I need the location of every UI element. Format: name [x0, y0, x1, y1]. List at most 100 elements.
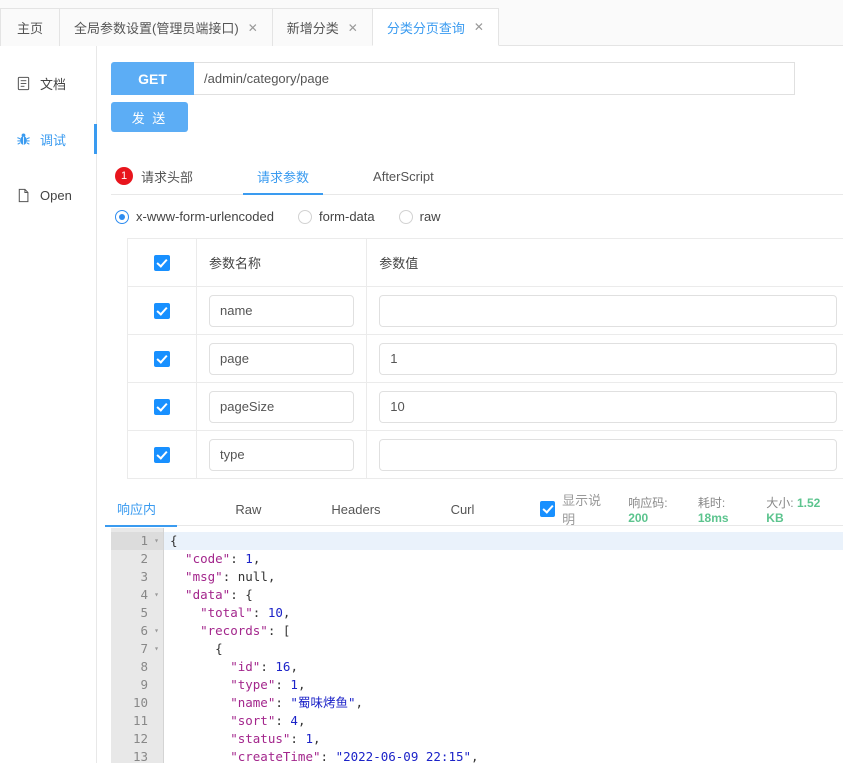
- code-token: {: [170, 641, 223, 656]
- line-number-value: 12: [132, 731, 148, 746]
- editor-code-line: "status": 1,: [164, 730, 843, 748]
- sidebar-item[interactable]: Open: [0, 174, 96, 216]
- body-type-radio[interactable]: raw: [398, 209, 441, 224]
- param-value-cell: [366, 430, 843, 479]
- editor-code-line: "msg": null,: [164, 568, 843, 586]
- param-name-input[interactable]: [209, 438, 355, 471]
- param-value-input[interactable]: [379, 294, 838, 327]
- editor-line-number: 1 ▾: [111, 532, 163, 550]
- response-tab[interactable]: Raw: [231, 493, 265, 526]
- code-token: {: [170, 533, 178, 548]
- param-name-input[interactable]: [209, 294, 355, 327]
- editor-code-line: {: [164, 532, 843, 550]
- request-url-row: GET 发 送: [111, 62, 843, 132]
- param-value-input[interactable]: [379, 438, 838, 471]
- method-button[interactable]: GET: [111, 62, 194, 95]
- request-tab[interactable]: 1 请求头部: [111, 158, 197, 194]
- response-meta-value: 18ms: [697, 510, 729, 525]
- window-tab-label: 全局参数设置(管理员端接口): [74, 21, 239, 36]
- close-icon[interactable]: ✕: [348, 22, 358, 34]
- fold-arrow-icon[interactable]: ▾: [151, 622, 159, 640]
- body-type-radio[interactable]: form-data: [297, 209, 375, 224]
- request-tab[interactable]: 请求参数: [243, 158, 324, 195]
- response-tab[interactable]: Curl: [447, 493, 479, 526]
- editor-line-number: 8: [111, 658, 163, 676]
- code-token: "msg": [170, 569, 223, 584]
- window-tab-label: 主页: [17, 21, 44, 36]
- editor-line-number: 13: [111, 748, 163, 763]
- params-header-row: 参数名称 参数值 操作: [126, 238, 843, 287]
- window-tab[interactable]: 主页: [0, 8, 61, 46]
- editor-line-number: 6 ▾: [111, 622, 163, 640]
- editor-code-line: "createTime": "2022-06-09 22:15",: [164, 748, 843, 763]
- window-tab-label: 新增分类: [286, 21, 339, 36]
- radio-icon[interactable]: [115, 209, 129, 224]
- code-token: ,: [252, 551, 261, 566]
- param-name-input[interactable]: [209, 390, 355, 423]
- code-token: 4: [290, 713, 298, 728]
- close-icon[interactable]: ✕: [248, 22, 258, 34]
- param-name-cell: [196, 286, 368, 335]
- code-token: : {: [230, 587, 253, 602]
- response-meta-item: 耗时: 18ms: [698, 494, 754, 525]
- response-meta-key: 耗时:: [697, 495, 726, 510]
- code-token: "records": [170, 623, 268, 638]
- fold-arrow-icon[interactable]: ▾: [151, 640, 159, 658]
- response-tab[interactable]: 响应内容: [104, 493, 178, 550]
- fold-arrow-icon[interactable]: ▾: [151, 586, 159, 604]
- code-token: :: [275, 713, 291, 728]
- code-token: "type": [170, 677, 276, 692]
- row-select-cell: [126, 334, 198, 383]
- code-token: ,: [471, 749, 479, 763]
- main-area: 文档调试 Open GET 发 送 1 请求头部 请求参数 AfterScript x-…: [0, 46, 843, 763]
- editor-code-line: "records": [: [164, 622, 843, 640]
- sidebar-item[interactable]: 调试: [0, 118, 97, 160]
- response-body-editor[interactable]: 1▾234▾56▾7▾89101112131415161718 { "code"…: [111, 526, 843, 763]
- show-description-toggle[interactable]: 显示说明: [540, 490, 610, 528]
- code-token: :: [320, 749, 336, 763]
- sidebar-item[interactable]: 文档: [0, 62, 96, 104]
- param-value-input[interactable]: [379, 342, 838, 375]
- body-type-label: x-www-form-urlencoded: [136, 209, 274, 224]
- line-number-value: 5: [140, 605, 148, 620]
- row-checkbox[interactable]: [154, 398, 170, 415]
- line-number-value: 4: [140, 587, 148, 602]
- param-name-input[interactable]: [209, 342, 355, 375]
- window-tab[interactable]: 分类分页查询 ✕: [371, 8, 499, 46]
- radio-icon[interactable]: [398, 209, 413, 224]
- code-token: "sort": [170, 713, 276, 728]
- editor-code-area[interactable]: { "code": 1, "msg": null, "data": { "tot…: [163, 528, 843, 763]
- row-checkbox[interactable]: [154, 302, 170, 319]
- request-tab-label: 请求头部: [141, 169, 194, 185]
- window-tab[interactable]: 新增分类 ✕: [271, 8, 373, 46]
- radio-icon[interactable]: [297, 209, 312, 224]
- code-token: :: [230, 551, 246, 566]
- editor-code-line: "code": 1,: [164, 550, 843, 568]
- response-meta-value: 200: [628, 510, 649, 525]
- response-meta-key: 大小:: [766, 495, 794, 510]
- show-description-checkbox[interactable]: [540, 501, 556, 517]
- code-token: 1: [290, 677, 298, 692]
- param-value-input[interactable]: [379, 390, 838, 423]
- close-icon[interactable]: ✕: [474, 21, 484, 33]
- row-select-cell: [126, 286, 198, 335]
- editor-code-line: {: [164, 640, 843, 658]
- code-token: "code": [170, 551, 231, 566]
- fold-arrow-icon[interactable]: ▾: [151, 532, 159, 550]
- row-checkbox[interactable]: [154, 350, 170, 367]
- sidebar-item-label: Open: [40, 187, 72, 203]
- window-tab[interactable]: 全局参数设置(管理员端接口) ✕: [59, 8, 273, 46]
- code-token: ,: [297, 677, 306, 692]
- request-tab[interactable]: AfterScript: [369, 158, 438, 194]
- response-tab[interactable]: Headers: [327, 493, 384, 526]
- file-icon: [16, 188, 31, 203]
- table-row: 删除: [126, 430, 843, 479]
- url-input[interactable]: [194, 62, 795, 95]
- editor-code-line: "type": 1,: [164, 676, 843, 694]
- row-select-cell: [126, 382, 198, 431]
- body-type-radio[interactable]: x-www-form-urlencoded: [115, 209, 274, 224]
- send-button[interactable]: 发 送: [111, 102, 188, 132]
- select-all-checkbox[interactable]: [154, 254, 170, 271]
- row-checkbox[interactable]: [154, 446, 170, 463]
- request-tab-badge: 1: [115, 167, 133, 185]
